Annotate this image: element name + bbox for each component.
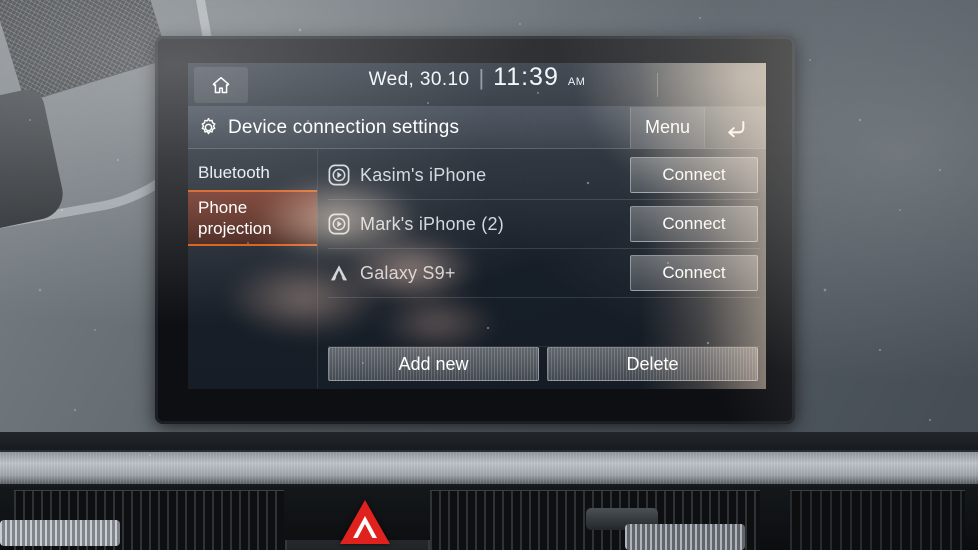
infotainment-head-unit: Wed, 30.10 | 11:39 AM Device connection …	[155, 36, 795, 424]
status-bar-divider	[657, 73, 658, 97]
title-bar: Device connection settings Menu	[188, 107, 766, 149]
table-row[interactable]: Kasim's iPhone Connect	[328, 151, 760, 200]
sidebar-item-phone-projection[interactable]: Phone projection	[188, 190, 317, 246]
table-row[interactable]: Mark's iPhone (2) Connect	[328, 200, 760, 249]
table-row[interactable]: Galaxy S9+ Connect	[328, 249, 760, 298]
action-bar: Add new Delete	[328, 347, 760, 381]
back-arrow-icon	[727, 120, 744, 137]
back-button[interactable]	[704, 107, 766, 148]
hazard-lights-button[interactable]	[340, 500, 390, 550]
device-panel: Kasim's iPhone Connect Mark's iPhone (2)…	[318, 149, 766, 389]
ampm-text: AM	[567, 76, 586, 88]
connect-button[interactable]: Connect	[630, 157, 758, 193]
title-bar-actions: Menu	[630, 107, 766, 148]
connect-button[interactable]: Connect	[630, 206, 758, 242]
menu-button[interactable]: Menu	[630, 107, 704, 148]
speaker-grille	[0, 0, 169, 103]
sidebar-item-label: Phone projection	[198, 198, 272, 238]
empty-list-row	[328, 298, 760, 347]
delete-button[interactable]: Delete	[547, 347, 758, 381]
dashboard-left-panel	[0, 86, 68, 234]
device-name: Galaxy S9+	[360, 262, 456, 283]
category-sidebar: Bluetooth Phone projection	[188, 149, 318, 389]
control-knob-left[interactable]	[0, 520, 120, 546]
content-area: Bluetooth Phone projection Kasim's iPhon…	[188, 149, 766, 389]
status-bar: Wed, 30.10 | 11:39 AM	[188, 63, 766, 107]
air-vent-area	[0, 486, 978, 550]
car-dashboard: Wed, 30.10 | 11:39 AM Device connection …	[0, 0, 978, 550]
control-knob-right[interactable]	[625, 524, 745, 550]
gear-icon	[201, 117, 216, 135]
device-list: Kasim's iPhone Connect Mark's iPhone (2)…	[328, 149, 760, 347]
connect-button[interactable]: Connect	[630, 255, 758, 291]
carplay-icon	[328, 164, 350, 186]
device-name: Mark's iPhone (2)	[360, 213, 504, 234]
sidebar-item-bluetooth[interactable]: Bluetooth	[188, 155, 317, 190]
page-title: Device connection settings	[228, 116, 460, 138]
dashboard-trim-strip	[0, 450, 978, 486]
air-vent-far-right	[790, 490, 965, 550]
datetime-separator: |	[478, 65, 485, 90]
hazard-triangle-core	[357, 524, 373, 539]
device-name: Kasim's iPhone	[360, 164, 487, 185]
android-auto-icon	[330, 265, 348, 281]
date-text: Wed, 30.10	[368, 69, 470, 90]
time-text: 11:39	[493, 63, 559, 91]
infotainment-screen[interactable]: Wed, 30.10 | 11:39 AM Device connection …	[188, 63, 766, 389]
date-time-display: Wed, 30.10 | 11:39 AM	[188, 63, 766, 107]
carplay-icon	[328, 213, 350, 235]
lower-dashboard	[0, 432, 978, 550]
add-new-button[interactable]: Add new	[328, 347, 539, 381]
sidebar-item-label: Bluetooth	[198, 163, 270, 182]
